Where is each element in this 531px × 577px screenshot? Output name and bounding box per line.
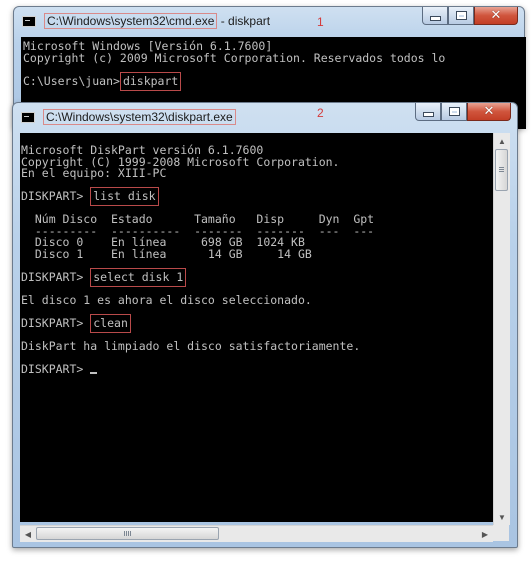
cmd-caption-buttons: ✕ xyxy=(422,7,518,26)
scroll-left-arrow[interactable]: ◀ xyxy=(20,526,36,542)
maximize-button[interactable] xyxy=(448,7,474,25)
close-icon: ✕ xyxy=(490,8,502,23)
resize-grip[interactable] xyxy=(493,525,509,541)
select-disk-command: select disk 1 xyxy=(90,267,187,287)
close-button[interactable]: ✕ xyxy=(467,103,511,121)
console-line: En el equipo: XIII-PC xyxy=(21,166,167,180)
diskpart-titlebar[interactable]: C:\Windows\system32\diskpart.exe 2 ✕ xyxy=(13,103,517,131)
console-app-icon xyxy=(21,112,35,123)
annotation-marker-2: 2 xyxy=(317,106,324,120)
close-icon: ✕ xyxy=(483,104,495,119)
diskpart-command: diskpart xyxy=(119,71,182,91)
console-message: El disco 1 es ahora el disco seleccionad… xyxy=(21,292,312,307)
minimize-icon xyxy=(429,16,441,21)
console-prompt-line: DISKPART> select disk 1 xyxy=(21,267,493,287)
minimize-icon xyxy=(422,112,434,117)
horizontal-scroll-thumb[interactable] xyxy=(36,527,219,540)
console-final-prompt[interactable]: DISKPART> xyxy=(21,363,493,376)
console-prompt-line: C:\Users\juan> diskpart xyxy=(23,71,526,91)
vertical-scroll-thumb[interactable] xyxy=(495,149,508,191)
console-line: Copyright (c) 2009 Microsoft Corporation… xyxy=(23,50,446,65)
maximize-icon xyxy=(455,11,467,20)
diskpart-caption-buttons: ✕ xyxy=(415,103,511,122)
maximize-button[interactable] xyxy=(441,103,467,121)
vertical-scrollbar[interactable]: ▲ ▼ xyxy=(493,133,510,525)
diskpart-window-title: C:\Windows\system32\diskpart.exe xyxy=(43,109,236,125)
minimize-button[interactable] xyxy=(422,7,448,25)
minimize-button[interactable] xyxy=(415,103,441,121)
close-button[interactable]: ✕ xyxy=(474,7,518,25)
diskpart-console[interactable]: Microsoft DiskPart versión 6.1.7600 Copy… xyxy=(20,133,493,522)
scroll-up-arrow[interactable]: ▲ xyxy=(494,133,510,149)
scroll-down-arrow[interactable]: ▼ xyxy=(494,509,510,525)
console-app-icon xyxy=(22,16,36,27)
annotation-marker-1: 1 xyxy=(317,15,324,29)
console-prompt-line: DISKPART> clean xyxy=(21,313,493,333)
clean-command: clean xyxy=(90,313,131,333)
scroll-right-arrow[interactable]: ▶ xyxy=(477,526,493,542)
list-disk-command: list disk xyxy=(90,187,159,206)
disk-table-row: Disco 1 En línea 14 GB 14 GB xyxy=(21,246,312,261)
console-prompt-line: DISKPART> list disk xyxy=(21,187,493,206)
cmd-titlebar[interactable]: C:\Windows\system32\cmd.exe - diskpart 1… xyxy=(14,7,524,35)
horizontal-scrollbar[interactable]: ◀ ▶ xyxy=(20,525,493,542)
diskpart-window[interactable]: C:\Windows\system32\diskpart.exe 2 ✕ Mic… xyxy=(12,102,518,548)
cmd-window-title: C:\Windows\system32\cmd.exe - diskpart xyxy=(44,13,270,29)
console-message: DiskPart ha limpiado el disco satisfacto… xyxy=(21,338,361,353)
maximize-icon xyxy=(448,107,460,116)
text-cursor xyxy=(90,371,98,374)
